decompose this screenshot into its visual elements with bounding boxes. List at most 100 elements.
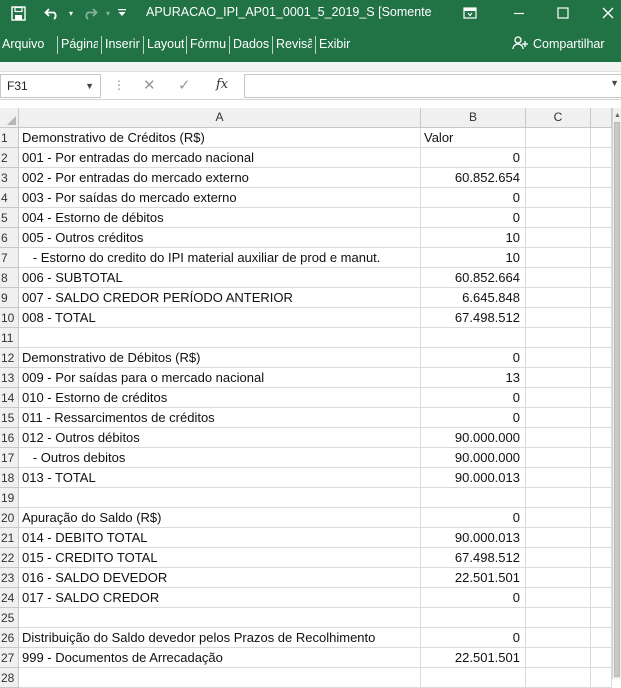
insert-function-icon[interactable]: fx — [216, 77, 228, 92]
minimize-icon[interactable] — [508, 3, 530, 23]
row-header[interactable]: 6 — [0, 228, 19, 248]
cell-b[interactable]: 0 — [421, 508, 526, 528]
cell-c[interactable] — [526, 308, 591, 328]
cell-d[interactable] — [591, 268, 612, 288]
cell-b[interactable]: 0 — [421, 348, 526, 368]
undo-dropdown-icon[interactable]: ▾ — [61, 3, 81, 23]
cell-a[interactable]: 999 - Documentos de Arrecadação — [19, 648, 421, 668]
cell-d[interactable] — [591, 508, 612, 528]
cell-d[interactable] — [591, 628, 612, 648]
cell-b[interactable]: 22.501.501 — [421, 568, 526, 588]
cell-d[interactable] — [591, 188, 612, 208]
row-header[interactable]: 18 — [0, 468, 19, 488]
cell-c[interactable] — [526, 368, 591, 388]
cell-a[interactable]: 006 - SUBTOTAL — [19, 268, 421, 288]
cell-c[interactable] — [526, 348, 591, 368]
cell-a[interactable]: 003 - Por saídas do mercado externo — [19, 188, 421, 208]
cell-c[interactable] — [526, 608, 591, 628]
cell-b[interactable]: 10 — [421, 228, 526, 248]
expand-formula-icon[interactable]: ▼ — [610, 78, 619, 88]
cell-a[interactable]: 016 - SALDO DEVEDOR — [19, 568, 421, 588]
cell-d[interactable] — [591, 668, 612, 688]
cell-d[interactable] — [591, 548, 612, 568]
cell-b[interactable]: 67.498.512 — [421, 548, 526, 568]
cell-b[interactable]: 60.852.654 — [421, 168, 526, 188]
chevron-down-icon[interactable]: ▼ — [85, 75, 94, 97]
scroll-thumb[interactable] — [614, 122, 620, 677]
tab-layout[interactable]: Layout — [143, 36, 184, 54]
undo-icon[interactable] — [42, 3, 62, 23]
cancel-icon[interactable]: ✕ — [143, 76, 156, 94]
row-header[interactable]: 24 — [0, 588, 19, 608]
cell-c[interactable] — [526, 508, 591, 528]
column-header-c[interactable]: C — [526, 108, 591, 128]
cell-a[interactable]: 011 - Ressarcimentos de créditos — [19, 408, 421, 428]
row-header[interactable]: 8 — [0, 268, 19, 288]
cell-d[interactable] — [591, 648, 612, 668]
cell-b[interactable]: 6.645.848 — [421, 288, 526, 308]
cell-c[interactable] — [526, 428, 591, 448]
cell-b[interactable]: 0 — [421, 388, 526, 408]
ribbon-display-options-icon[interactable] — [459, 3, 481, 23]
cell-c[interactable] — [526, 128, 591, 148]
cell-d[interactable] — [591, 288, 612, 308]
restore-icon[interactable] — [552, 3, 574, 23]
cell-d[interactable] — [591, 488, 612, 508]
cell-a[interactable]: - Estorno do credito do IPI material aux… — [19, 248, 421, 268]
cell-a[interactable]: 007 - SALDO CREDOR PERÍODO ANTERIOR — [19, 288, 421, 308]
cell-b[interactable] — [421, 668, 526, 688]
cell-d[interactable] — [591, 588, 612, 608]
column-header-d[interactable] — [591, 108, 612, 128]
cell-a[interactable]: 004 - Estorno de débitos — [19, 208, 421, 228]
customize-quick-access-icon[interactable] — [112, 3, 132, 23]
cell-a[interactable]: Demonstrativo de Créditos (R$) — [19, 128, 421, 148]
cell-d[interactable] — [591, 128, 612, 148]
row-header[interactable]: 12 — [0, 348, 19, 368]
vertical-scrollbar[interactable]: ▲ — [612, 108, 621, 679]
cell-d[interactable] — [591, 308, 612, 328]
row-header[interactable]: 14 — [0, 388, 19, 408]
row-header[interactable]: 26 — [0, 628, 19, 648]
cell-b[interactable]: 0 — [421, 188, 526, 208]
cell-a[interactable]: 002 - Por entradas do mercado externo — [19, 168, 421, 188]
cell-b[interactable]: 0 — [421, 408, 526, 428]
row-header[interactable]: 27 — [0, 648, 19, 668]
row-header[interactable]: 22 — [0, 548, 19, 568]
cell-d[interactable] — [591, 208, 612, 228]
cell-d[interactable] — [591, 148, 612, 168]
cell-b[interactable]: 10 — [421, 248, 526, 268]
cell-c[interactable] — [526, 388, 591, 408]
cell-c[interactable] — [526, 488, 591, 508]
cell-c[interactable] — [526, 528, 591, 548]
cell-b[interactable]: 0 — [421, 208, 526, 228]
cell-a[interactable]: Distribuição do Saldo devedor pelos Praz… — [19, 628, 421, 648]
name-box[interactable]: F31 ▼ — [0, 74, 101, 98]
row-header[interactable]: 25 — [0, 608, 19, 628]
cell-b[interactable]: 0 — [421, 588, 526, 608]
row-header[interactable]: 13 — [0, 368, 19, 388]
row-header[interactable]: 4 — [0, 188, 19, 208]
cell-d[interactable] — [591, 228, 612, 248]
cell-c[interactable] — [526, 148, 591, 168]
cell-c[interactable] — [526, 188, 591, 208]
cell-a[interactable]: Demonstrativo de Débitos (R$) — [19, 348, 421, 368]
tab-exibir[interactable]: Exibir — [315, 36, 355, 54]
row-header[interactable]: 3 — [0, 168, 19, 188]
tab-arquivo[interactable]: Arquivo — [0, 36, 53, 54]
cell-a[interactable] — [19, 608, 421, 628]
cell-b[interactable]: 67.498.512 — [421, 308, 526, 328]
cell-b[interactable]: 90.000.013 — [421, 528, 526, 548]
cell-a[interactable]: 009 - Por saídas para o mercado nacional — [19, 368, 421, 388]
cell-a[interactable]: 015 - CREDITO TOTAL — [19, 548, 421, 568]
cell-a[interactable] — [19, 488, 421, 508]
cell-a[interactable]: - Outros debitos — [19, 448, 421, 468]
cell-c[interactable] — [526, 568, 591, 588]
column-header-b[interactable]: B — [421, 108, 526, 128]
row-header[interactable]: 21 — [0, 528, 19, 548]
cell-c[interactable] — [526, 168, 591, 188]
cell-b[interactable]: 60.852.664 — [421, 268, 526, 288]
row-header[interactable]: 5 — [0, 208, 19, 228]
cell-c[interactable] — [526, 408, 591, 428]
cell-b[interactable]: 90.000.000 — [421, 448, 526, 468]
cell-d[interactable] — [591, 348, 612, 368]
